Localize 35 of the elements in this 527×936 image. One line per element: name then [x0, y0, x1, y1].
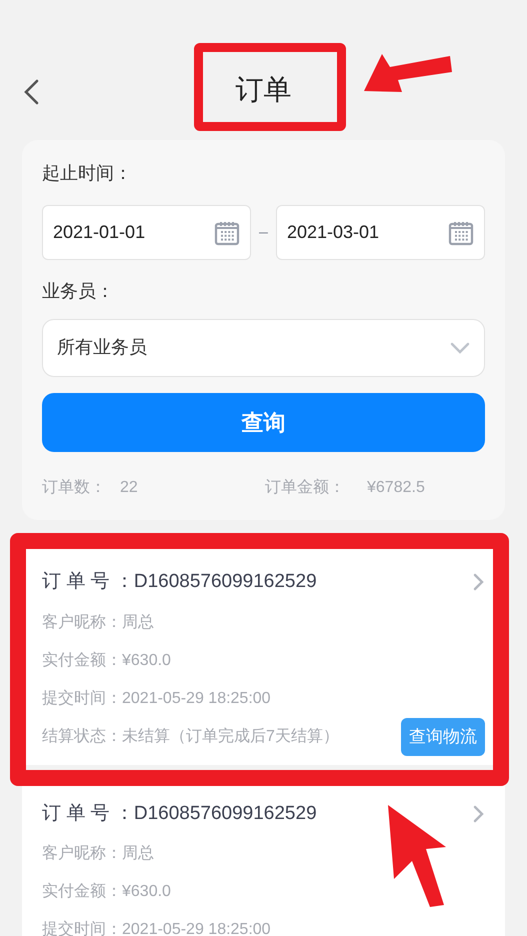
order-number-label: 订 单 号 ：	[42, 570, 134, 594]
field-label: 提交时间：	[42, 688, 122, 708]
chevron-right-icon	[473, 573, 485, 592]
field-value: 周总	[122, 612, 154, 632]
start-date-field[interactable]: 2021-01-01	[42, 205, 252, 260]
field-label: 实付金额：	[42, 882, 122, 902]
order-amount: ¥6782.5	[367, 478, 425, 498]
field-label: 结算状态：	[42, 726, 122, 746]
query-button[interactable]: 查询	[42, 392, 485, 452]
end-date-field[interactable]: 2021-03-01	[276, 205, 485, 260]
field-label: 客户昵称：	[42, 612, 122, 632]
calendar-icon	[448, 220, 474, 246]
field-value: ¥630.0	[122, 650, 171, 670]
field-label: 客户昵称：	[42, 844, 122, 864]
field-value: 未结算（订单完成后7天结算）	[122, 726, 339, 746]
calendar-icon	[214, 220, 240, 246]
chevron-right-icon	[473, 804, 485, 823]
order-number-label: 订 单 号 ：	[42, 802, 134, 826]
page-title: 订单	[236, 73, 292, 107]
chevron-down-icon	[450, 342, 470, 354]
field-value: ¥630.0	[122, 882, 171, 902]
back-icon[interactable]	[22, 79, 40, 105]
date-range-label: 起止时间：	[42, 162, 133, 185]
salesperson-label: 业务员：	[42, 280, 115, 303]
field-value: 2021-05-29 18:25:00	[122, 920, 271, 936]
field-label: 实付金额：	[42, 650, 122, 670]
order-count-label: 订单数：	[42, 478, 106, 498]
order-amount-label: 订单金额：	[265, 478, 345, 498]
order-count: 22	[120, 478, 138, 498]
salesperson-select[interactable]: 所有业务员	[42, 319, 485, 377]
field-value: 周总	[122, 844, 154, 864]
range-separator: –	[259, 222, 268, 242]
field-value: 2021-05-29 18:25:00	[122, 688, 271, 708]
order-number: D1608576099162529	[134, 802, 317, 826]
order-number: D1608576099162529	[134, 570, 317, 594]
